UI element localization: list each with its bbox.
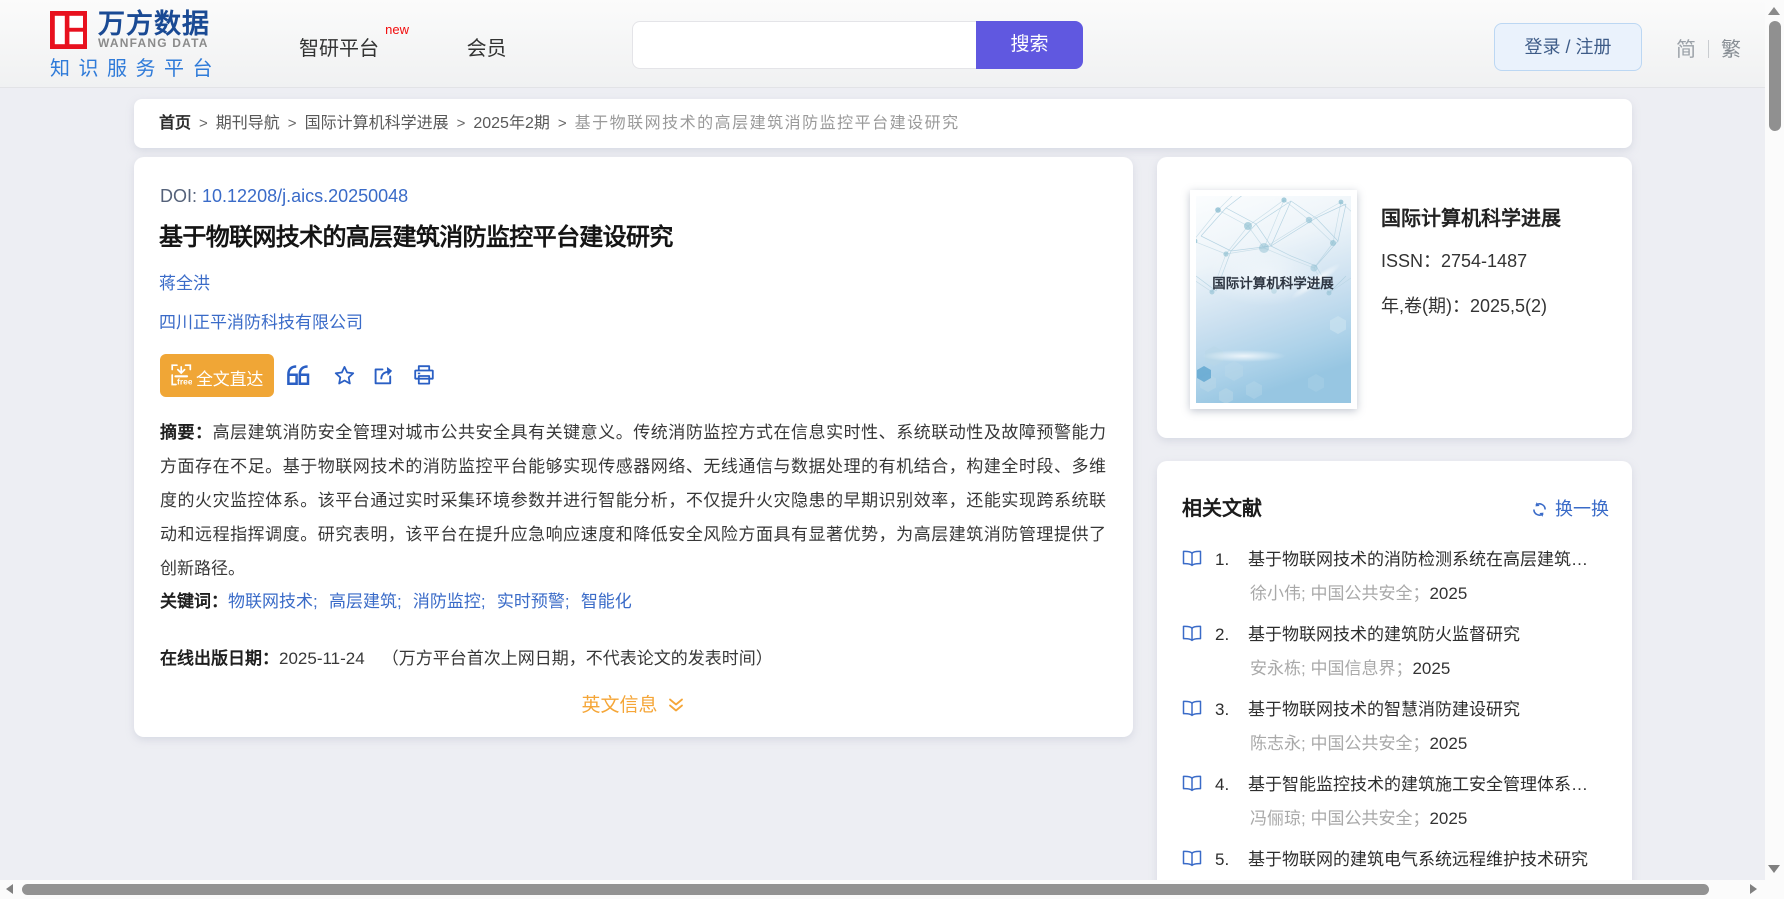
svg-text:国际计算机科学进展: 国际计算机科学进展: [1212, 275, 1334, 291]
svg-text:free: free: [177, 377, 192, 387]
